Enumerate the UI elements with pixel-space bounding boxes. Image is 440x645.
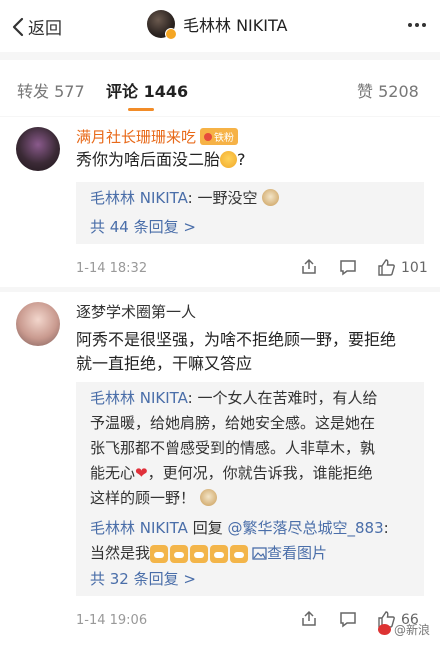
comment-button[interactable] [339, 258, 357, 276]
comment-icon [340, 260, 356, 276]
tab-bar: 转发 577 评论 1446 赞 5208 [0, 60, 440, 116]
avatar[interactable] [16, 127, 60, 171]
back-label: 返回 [28, 19, 62, 39]
tab-repost[interactable]: 转发 577 [17, 78, 85, 102]
reply-box: 毛林林 NIKITA: 一个女人在苦难时，有人给 予温暖，给她肩膀，给她安全感。… [76, 382, 424, 596]
avatar [147, 10, 177, 40]
question-mark: ? [237, 150, 246, 169]
comment-author[interactable]: 满月社长珊珊来吃 铁粉 [76, 126, 239, 147]
reply-mention-link[interactable]: @繁华落尽总城空_883 [227, 519, 383, 537]
tab-likes[interactable]: 赞 5208 [357, 78, 419, 102]
reply-author[interactable]: 毛林林 NIKITA [90, 189, 188, 207]
tired-emoji-icon [199, 489, 217, 506]
cat-emoji-icon [190, 544, 209, 563]
reply-author[interactable]: 毛林林 NIKITA [90, 519, 188, 537]
cat-emoji-icon [170, 544, 189, 563]
more-icon [408, 23, 426, 27]
reply-separator: : [383, 519, 389, 537]
comment-icon [340, 612, 356, 628]
heart-icon [204, 132, 213, 141]
reply-item[interactable]: 毛林林 NIKITA: 一野没空 [90, 186, 414, 211]
comment-text: 秀你为啥后面没二胎? [76, 148, 421, 172]
reply-author[interactable]: 毛林林 NIKITA [90, 389, 188, 407]
like-count: 101 [401, 259, 428, 276]
more-button[interactable] [406, 14, 428, 40]
reply-text-line: 一个女人在苦难时，有人给 [197, 389, 378, 407]
cat-emoji-icon [150, 544, 169, 563]
image-icon [252, 547, 267, 560]
comment-text: 阿秀不是很坚强，为啥不拒绝顾一野，要拒绝 就一直拒绝，干嘛又答应 [76, 328, 421, 376]
top-bar: 返回 毛林林 NIKITA [0, 0, 440, 52]
reply-text-line: 予温暖，给她肩膀，给她安全感。这是她在 [90, 414, 376, 432]
reply-separator: : [187, 189, 198, 207]
fan-badge: 铁粉 [200, 128, 239, 145]
share-button[interactable] [300, 610, 318, 628]
share-icon [302, 610, 316, 626]
comment-time: 1-14 18:32 [76, 261, 148, 276]
thumb-up-icon [378, 259, 395, 276]
comment-author[interactable]: 逐梦学术圈第一人 [76, 301, 196, 322]
heart-emoji-icon: ❤ [135, 464, 148, 482]
back-button[interactable]: 返回 [12, 14, 62, 39]
comment-button[interactable] [339, 610, 357, 628]
reply-text: 当然是我 [90, 544, 151, 562]
reply-separator: : [187, 389, 198, 407]
cat-emoji-icon [210, 544, 229, 563]
comment-item: 满月社长珊珊来吃 铁粉 秀你为啥后面没二胎? 毛林林 NIKITA: 一野没空 … [0, 117, 440, 287]
view-image-link[interactable]: 查看图片 [252, 541, 327, 566]
reply-text-line: 这样的顾一野！ [90, 489, 196, 507]
share-button[interactable] [300, 258, 318, 276]
tab-comments[interactable]: 评论 1446 [106, 78, 188, 102]
comment-text-line: 就一直拒绝，干嘛又答应 [76, 354, 253, 373]
comment-author-name: 满月社长珊珊来吃 [76, 128, 197, 146]
page-title: 毛林林 NIKITA [183, 16, 288, 35]
chevron-left-icon [12, 17, 24, 36]
watermark: @新浪 [377, 621, 430, 638]
cat-emoji-icon [230, 544, 249, 563]
weibo-logo-icon [377, 624, 391, 635]
comment-text-body: 秀你为啥后面没二胎 [76, 150, 221, 169]
reply-text-line: 能无心 [90, 464, 136, 482]
fan-badge-label: 铁粉 [214, 133, 235, 144]
share-icon [302, 258, 316, 274]
reply-connector: 回复 [187, 519, 228, 537]
header-account[interactable]: 毛林林 NIKITA [147, 10, 288, 40]
avatar[interactable] [16, 302, 60, 346]
reply-item[interactable]: 毛林林 NIKITA 回复 @繁华落尽总城空_883: 当然是我 查看图片 [90, 516, 414, 566]
view-image-label: 查看图片 [267, 544, 328, 562]
watermark-text: @新浪 [393, 623, 430, 637]
verified-badge-icon [165, 28, 177, 40]
more-replies-link[interactable]: 共 44 条回复 > [90, 216, 196, 237]
reply-item[interactable]: 毛林林 NIKITA: 一个女人在苦难时，有人给 予温暖，给她肩膀，给她安全感。… [90, 386, 414, 511]
like-button[interactable]: 101 [377, 258, 428, 277]
crying-laugh-emoji-icon [220, 151, 238, 168]
reply-text-line: ，更何况，你就告诉我，谁能拒绝 [147, 464, 373, 482]
more-replies-link[interactable]: 共 32 条回复 > [90, 568, 196, 589]
comment-text-line: 阿秀不是很坚强，为啥不拒绝顾一野，要拒绝 [76, 330, 397, 349]
reply-text-line: 张飞那都不曾感受到的情感。人非草木，孰 [90, 439, 376, 457]
tab-indicator [128, 108, 154, 111]
reply-box: 毛林林 NIKITA: 一野没空 共 44 条回复 > [76, 182, 424, 244]
reply-text: 一野没空 [197, 189, 258, 207]
comment-item: 逐梦学术圈第一人 阿秀不是很坚强，为啥不拒绝顾一野，要拒绝 就一直拒绝，干嘛又答… [0, 292, 440, 645]
tired-emoji-icon [262, 189, 280, 206]
comment-time: 1-14 19:06 [76, 613, 148, 628]
